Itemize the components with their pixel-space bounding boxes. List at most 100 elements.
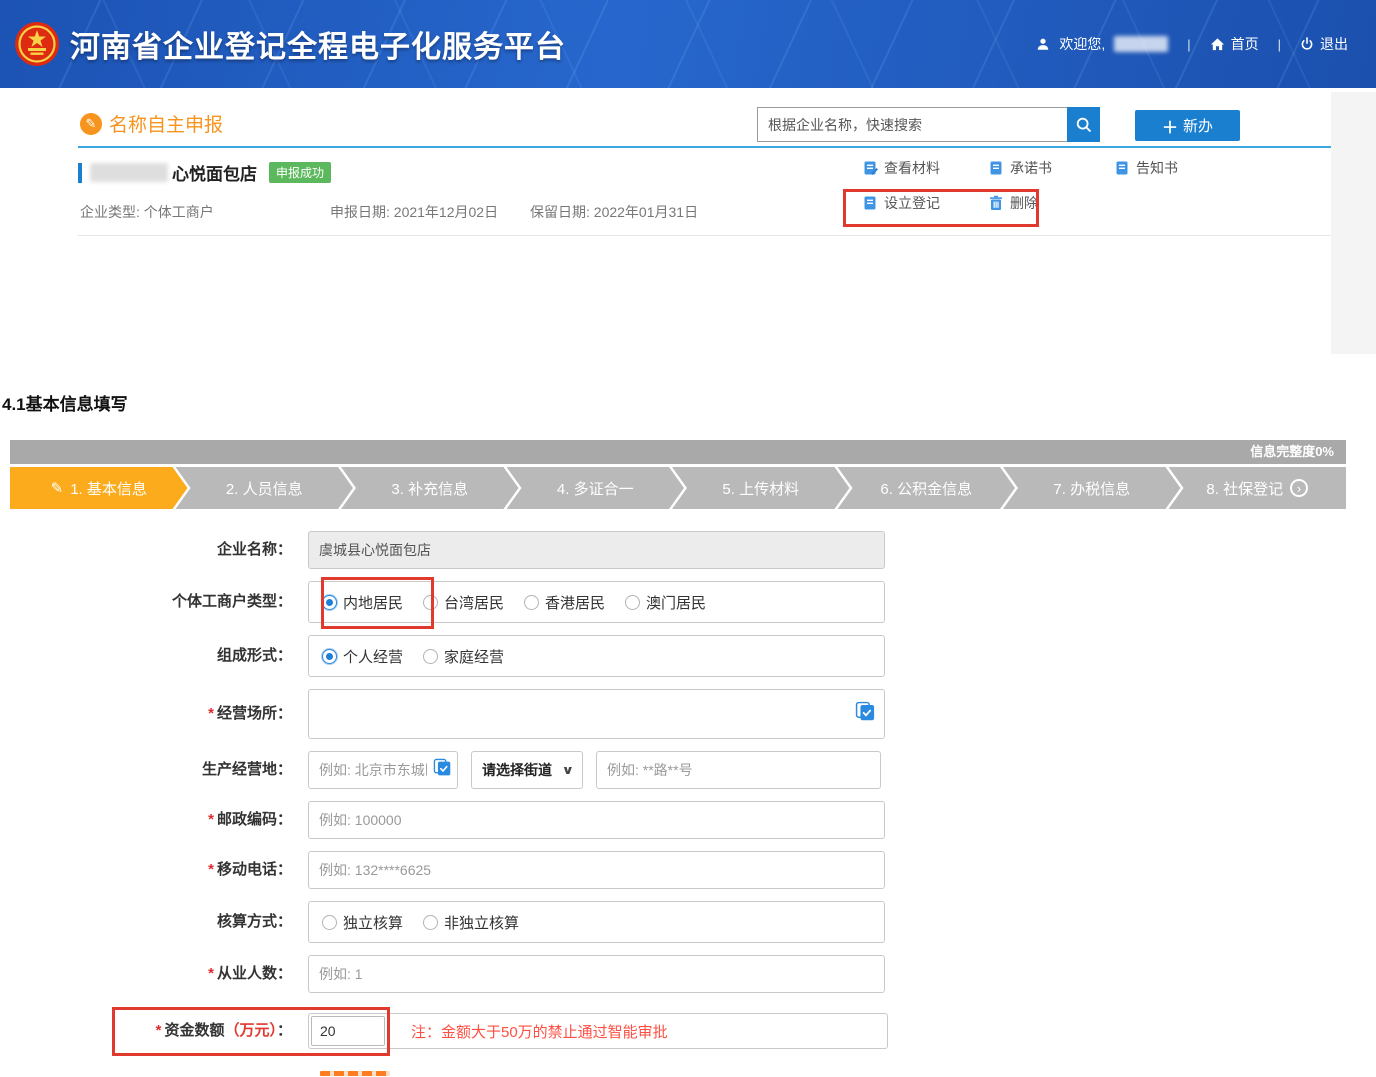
basic-info-form: 企业名称： 个体工商户类型： 内地居民 台湾居民 香港居民 澳门居民 [0,531,1376,1076]
record-accent-bar [78,163,82,183]
row-capital: *资金数额（万元）： 注：金额大于50万的禁止通过智能审批 [0,1013,1376,1049]
mobile-field[interactable] [308,851,885,889]
step-social-security[interactable]: 8. 社保登记 › [1169,467,1347,509]
notification-letter-link[interactable]: 告知书 [1114,158,1264,178]
employees-field[interactable] [308,955,885,993]
blurred-username [1114,36,1168,52]
blurred-company-prefix [90,163,168,182]
radio-icon[interactable] [524,595,539,610]
power-icon [1300,37,1314,51]
progress-label: 信息完整度0% [1250,444,1334,459]
search-input[interactable] [757,107,1067,142]
establish-registration-link[interactable]: 设立登记 [862,193,988,213]
radio-non-independent-accounting[interactable]: 非独立核算 [423,912,519,933]
radio-icon[interactable] [423,649,438,664]
address-picker-icon[interactable] [855,701,876,727]
row-postal-code: *邮政编码： [0,801,1376,839]
step-upload-materials[interactable]: 5. 上传材料 [672,467,850,509]
composition-label: 组成形式： [0,635,300,677]
business-place-field[interactable] [308,689,885,739]
production-place-label: 生产经营地： [0,751,300,789]
radio-icon[interactable] [423,915,438,930]
mobile-label: *移动电话： [0,851,300,889]
accounting-group: 独立核算 非独立核算 [308,901,885,943]
document-icon [1114,160,1130,176]
record-actions: 查看材料 承诺书 告知书 [862,158,1264,213]
radio-icon[interactable] [322,915,337,930]
required-star: * [208,705,214,722]
declare-edit-icon: ✎ [80,113,102,135]
document-icon [862,195,878,211]
delete-link[interactable]: 删除 [988,193,1114,213]
capital-label: *资金数额（万元）： [0,1013,300,1049]
accounting-label: 核算方式： [0,901,300,943]
district-picker-icon[interactable] [433,758,452,782]
top-header: 河南省企业登记全程电子化服务平台 欢迎您, | 首页 | 退出 [0,0,1376,88]
row-production-place: 生产经营地： 请选择街道 ∨ [0,751,1376,789]
required-star: * [208,965,214,982]
name-declare-card: ✎ 名称自主申报 ＋ 新办 心悦面包店 申报成功 [0,88,1376,356]
radio-mainland-resident[interactable]: 内地居民 [322,592,403,613]
row-accounting: 核算方式： 独立核算 非独立核算 [0,901,1376,943]
national-emblem-logo [14,21,60,67]
home-icon [1210,37,1225,52]
step-housing-fund[interactable]: 6. 公积金信息 [838,467,1016,509]
search-button[interactable] [1067,107,1100,142]
required-star: * [208,811,214,828]
street-address-field[interactable] [596,751,881,789]
step-basic-info[interactable]: ✎ 1. 基本信息 [10,467,188,509]
radio-selected-icon[interactable] [322,595,337,610]
radio-selected-icon[interactable] [322,649,337,664]
capital-field[interactable] [311,1016,385,1046]
company-name-label: 企业名称： [0,531,300,569]
completeness-progress-bar: 信息完整度0% [10,440,1346,464]
radio-taiwan-resident[interactable]: 台湾居民 [423,592,504,613]
declare-section-title: 名称自主申报 [109,110,223,137]
trash-icon [988,195,1004,211]
row-business-place: *经营场所： [0,689,1376,739]
wizard-steps: ✎ 1. 基本信息 2. 人员信息 3. 补充信息 4. 多证合一 5. 上传材… [10,467,1346,509]
new-application-button[interactable]: ＋ 新办 [1135,110,1240,141]
next-steps-icon[interactable]: › [1290,479,1308,497]
postal-code-label: *邮政编码： [0,801,300,839]
site-title: 河南省企业登记全程电子化服务平台 [70,22,566,66]
document-edit-icon [862,160,878,176]
step-personnel-info[interactable]: 2. 人员信息 [176,467,354,509]
radio-macau-resident[interactable]: 澳门居民 [625,592,706,613]
radio-icon[interactable] [423,595,438,610]
row-composition: 组成形式： 个人经营 家庭经营 [0,635,1376,677]
radio-independent-accounting[interactable]: 独立核算 [322,912,403,933]
form-wizard: 信息完整度0% ✎ 1. 基本信息 2. 人员信息 3. 补充信息 4. 多证合… [10,440,1346,509]
company-name-field[interactable] [308,531,885,569]
chevron-down-icon: ∨ [562,763,575,777]
record-retain-date: 保留日期: 2022年01月31日 [530,202,698,222]
separator: | [1278,37,1281,52]
radio-individual-operation[interactable]: 个人经营 [322,646,403,667]
radio-family-operation[interactable]: 家庭经营 [423,646,504,667]
radio-icon[interactable] [625,595,640,610]
step-tax-info[interactable]: 7. 办税信息 [1003,467,1181,509]
record-type: 企业类型: 个体工商户 [80,202,330,222]
declare-section-header: ✎ 名称自主申报 ＋ 新办 [78,92,1331,148]
cutoff-text-fragment [320,1071,390,1076]
step-multi-cert[interactable]: 4. 多证合一 [507,467,685,509]
company-name: 心悦面包店 [172,160,257,185]
home-link[interactable]: 首页 [1210,34,1259,54]
plus-icon: ＋ [1162,114,1178,138]
row-employees: *从业人数： [0,955,1376,993]
commitment-letter-link[interactable]: 承诺书 [988,158,1114,178]
row-household-type: 个体工商户类型： 内地居民 台湾居民 香港居民 澳门居民 [0,581,1376,623]
step-supplementary-info[interactable]: 3. 补充信息 [341,467,519,509]
view-materials-link[interactable]: 查看材料 [862,158,988,178]
document-icon [988,160,1004,176]
row-company-name: 企业名称： [0,531,1376,569]
street-select[interactable]: 请选择街道 ∨ [471,751,583,789]
radio-hongkong-resident[interactable]: 香港居民 [524,592,605,613]
postal-code-field[interactable] [308,801,885,839]
status-badge: 申报成功 [269,162,331,183]
search-icon [1075,116,1093,134]
logout-link[interactable]: 退出 [1300,34,1348,54]
capital-note: 注：金额大于50万的禁止通过智能审批 [411,1021,668,1042]
household-type-label: 个体工商户类型： [0,581,300,623]
required-star: * [156,1022,162,1039]
